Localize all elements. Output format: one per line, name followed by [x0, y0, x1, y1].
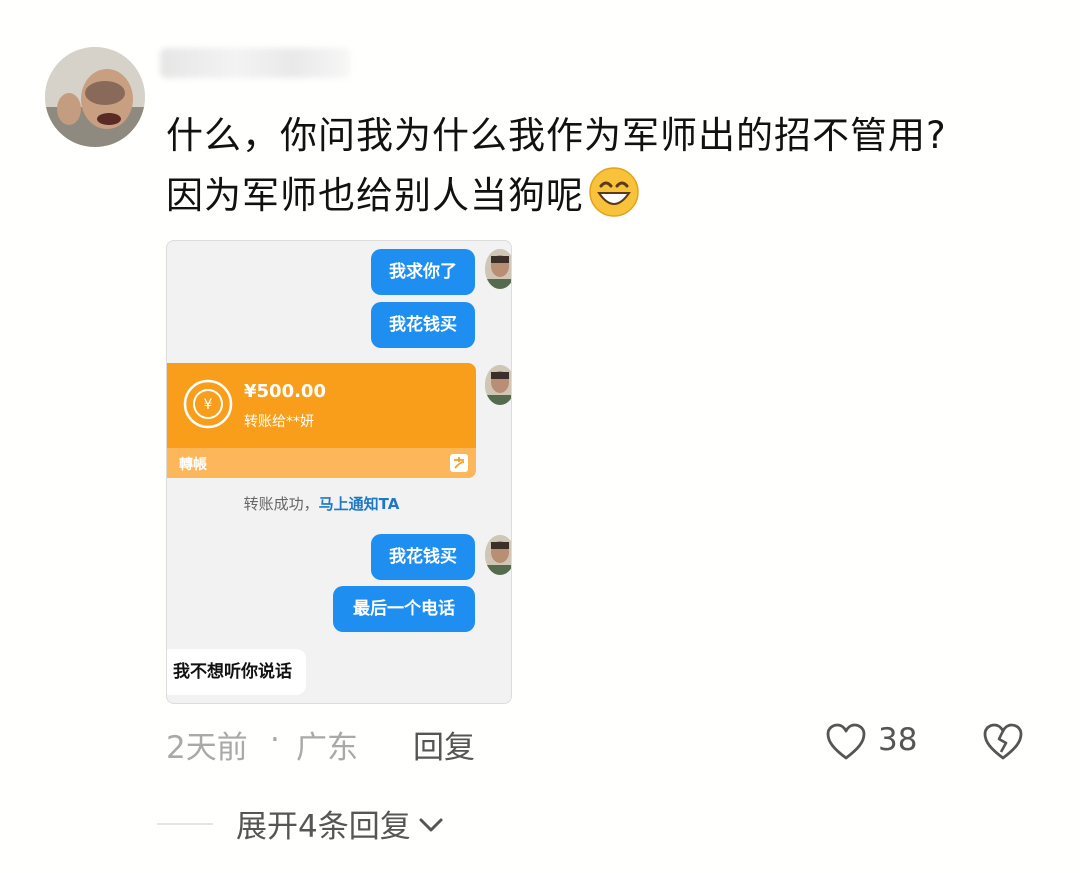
reply-button[interactable]: 回复 [413, 722, 475, 767]
transfer-card[interactable]: ¥ ¥500.00 转账给**妍 轉帳 [167, 363, 476, 478]
divider-line [157, 823, 213, 825]
chat-avatar-icon [485, 249, 511, 289]
comment-line-2: 因为军师也给别人当狗呢 [166, 166, 1046, 226]
chat-bubble-3: 我花钱买 [371, 534, 475, 580]
grinning-face-icon [589, 167, 639, 217]
transfer-label: 轉帳 [179, 457, 207, 473]
username-blurred[interactable] [160, 48, 350, 78]
expand-replies-button[interactable]: 展开4条回复 [236, 801, 445, 846]
transfer-icon: ¥ [183, 379, 233, 429]
chat-bubble-4: 最后一个电话 [333, 586, 475, 632]
transfer-amount: ¥500.00 [244, 381, 326, 402]
comment-line-2-text: 因为军师也给别人当狗呢 [166, 174, 584, 217]
meta-separator: · [270, 722, 280, 758]
comment-text: 什么，你问我为什么我作为军师出的招不管用? 因为军师也给别人当狗呢 [166, 106, 1046, 226]
svg-text:¥: ¥ [204, 397, 213, 413]
expand-replies-label: 展开4条回复 [236, 809, 411, 845]
status-text: 转账成功， [243, 495, 319, 513]
chat-avatar-icon [485, 535, 511, 575]
chat-bubble-2: 我花钱买 [371, 302, 475, 348]
comment-location: 广东 [296, 730, 358, 766]
broken-heart-icon[interactable] [982, 722, 1024, 762]
alipay-icon [450, 454, 468, 472]
user-avatar[interactable] [45, 47, 145, 147]
like-count: 38 [878, 722, 918, 758]
chevron-down-icon [419, 818, 443, 832]
transfer-recipient: 转账给**妍 [244, 414, 314, 430]
heart-outline-icon[interactable] [825, 722, 867, 762]
transfer-status: 转账成功，马上通知TA [167, 493, 476, 514]
comment-line-1: 什么，你问我为什么我作为军师出的招不管用? [166, 114, 947, 157]
chat-bubble-1: 我求你了 [371, 249, 475, 295]
chat-screenshot-image[interactable]: 我求你了 我花钱买 ¥ ¥500.00 转账给**妍 轉帳 转账成功，马上通知T… [166, 240, 512, 704]
notify-link[interactable]: 马上通知TA [319, 495, 400, 513]
chat-reply-bubble: 我不想听你说话 [167, 649, 306, 695]
chat-avatar-icon [485, 365, 511, 405]
transfer-footer: 轉帳 [167, 448, 476, 478]
comment-time: 2天前 [166, 730, 248, 766]
